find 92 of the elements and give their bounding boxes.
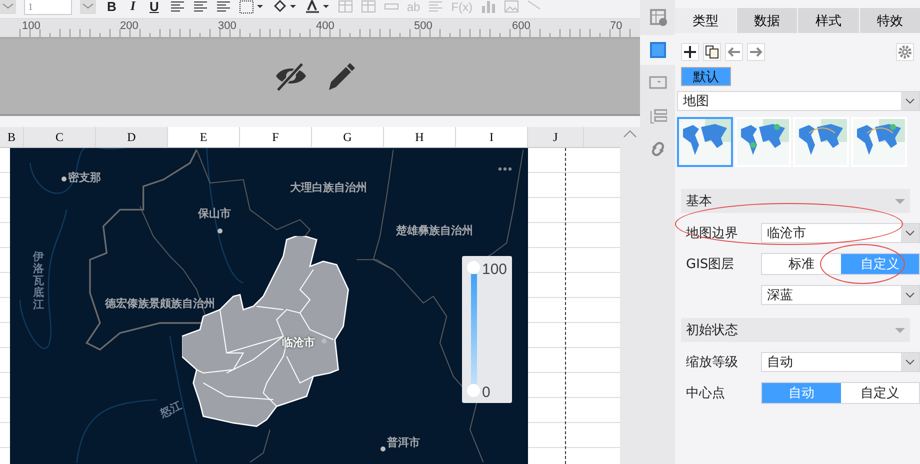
copy-button[interactable]	[703, 43, 721, 61]
segment-option[interactable]: 标准	[762, 254, 840, 274]
column-header[interactable]: C	[24, 127, 96, 147]
column-header[interactable]: E	[168, 127, 240, 147]
city-dot-icon	[380, 446, 386, 452]
ruler-label: 400	[316, 20, 334, 32]
align-right-icon[interactable]	[216, 0, 231, 13]
city-dot-icon	[217, 228, 223, 234]
settings-button[interactable]	[896, 43, 914, 61]
sidebar-tab[interactable]	[640, 35, 675, 65]
region-label: 楚雄彝族自治州	[396, 223, 473, 238]
column-header[interactable]: B	[0, 127, 24, 147]
slider-handle[interactable]	[467, 384, 480, 397]
ruler-label: 200	[120, 20, 138, 32]
field-label: 缩放等级	[685, 354, 739, 371]
legend-max-label: 100	[482, 261, 508, 278]
column-header[interactable]: F	[240, 127, 312, 147]
settings-icon	[898, 45, 912, 59]
world-map-icon	[737, 119, 789, 165]
city-label: 普洱市	[387, 435, 420, 450]
panel-tab[interactable]: 样式	[798, 8, 858, 33]
align-left-icon[interactable]	[170, 0, 185, 13]
default-button[interactable]: 默认	[681, 67, 731, 86]
section-header[interactable]: 基本	[681, 189, 910, 213]
border-icon[interactable]	[238, 0, 264, 14]
panel-tab[interactable]: 特效	[860, 8, 920, 33]
bold-button[interactable]: B	[104, 0, 120, 14]
section-header[interactable]: 初始状态	[681, 318, 910, 342]
world-map-icon	[795, 119, 847, 165]
column-header[interactable]: G	[312, 127, 384, 147]
chart-type-select[interactable]: 地图	[677, 91, 920, 111]
field-label: GIS图层	[685, 256, 736, 273]
column-header[interactable]: H	[384, 127, 456, 147]
ruler-label: 300	[218, 20, 236, 32]
collapse-icon[interactable]	[895, 198, 905, 204]
world-map-icon	[853, 119, 905, 165]
pencil-icon[interactable]	[326, 62, 356, 92]
column-header[interactable]: I	[456, 127, 528, 147]
collapse-icon[interactable]	[895, 328, 905, 332]
section-title: 初始状态	[686, 322, 738, 339]
dropdown-field[interactable]: 深蓝	[761, 285, 920, 305]
panel-tab[interactable]: 数据	[736, 8, 797, 33]
copy-icon	[705, 45, 719, 59]
italic-button[interactable]: I	[127, 0, 138, 14]
layout-icon	[648, 107, 666, 125]
info-table-icon	[648, 8, 666, 26]
underline-button[interactable]: U	[146, 0, 162, 14]
map-style-thumbnail[interactable]	[735, 117, 791, 167]
left-arrow-icon	[727, 45, 741, 59]
dropdown-field[interactable]: 临沧市	[761, 223, 920, 243]
city-label: 临沧市	[282, 335, 315, 350]
right-arrow-button[interactable]	[747, 43, 765, 61]
dropdown-arrow-icon[interactable]	[0, 0, 16, 14]
map-style-thumbnail[interactable]	[677, 117, 733, 167]
ruler-label: 100	[22, 20, 40, 32]
column-header[interactable]: J	[528, 127, 584, 147]
ruler-label: 70	[610, 20, 622, 32]
city-dot-icon	[61, 176, 67, 182]
map-style-thumbnail[interactable]	[851, 117, 907, 167]
river-label: 怒江	[158, 398, 184, 421]
slider-handle[interactable]	[467, 261, 480, 274]
scrollbar[interactable]	[620, 127, 640, 464]
ruler-label: 600	[512, 20, 530, 32]
fill-bucket-icon[interactable]	[272, 0, 297, 14]
more-icon[interactable]	[498, 166, 512, 172]
river-label: 伊洛瓦底江	[33, 251, 44, 312]
region-label: 大理白族自治州	[290, 180, 367, 195]
field-label: 中心点	[685, 385, 726, 402]
panel-tab[interactable]: 类型	[675, 8, 736, 33]
dropdown-field[interactable]: 自动	[761, 352, 920, 372]
add-icon	[683, 45, 697, 59]
legend-slider[interactable]	[471, 274, 477, 384]
font-color-icon[interactable]	[304, 0, 330, 14]
world-map-icon	[679, 119, 731, 165]
font-size-field[interactable]: 1	[24, 0, 72, 15]
section-title: 基本	[686, 193, 712, 210]
legend-min-label: 0	[482, 384, 490, 401]
square-icon	[648, 41, 666, 59]
city-dot-icon	[321, 338, 327, 344]
align-center-icon[interactable]	[192, 0, 208, 13]
add-button[interactable]	[681, 43, 699, 61]
dropdown-arrow-icon[interactable]	[80, 0, 96, 14]
right-arrow-icon	[749, 45, 763, 59]
dropdown-widget-icon	[648, 74, 666, 92]
ruler-label: 500	[414, 20, 432, 32]
segment-option[interactable]: 自定义	[840, 383, 919, 403]
region-label: 德宏傣族景颇族自治州	[105, 296, 215, 311]
merge-cells-icon[interactable]	[338, 0, 353, 13]
map-style-thumbnail[interactable]	[793, 117, 849, 167]
city-label: 密支那	[68, 170, 101, 185]
hidden-eye-icon[interactable]	[274, 62, 308, 92]
city-label: 保山市	[198, 206, 231, 221]
